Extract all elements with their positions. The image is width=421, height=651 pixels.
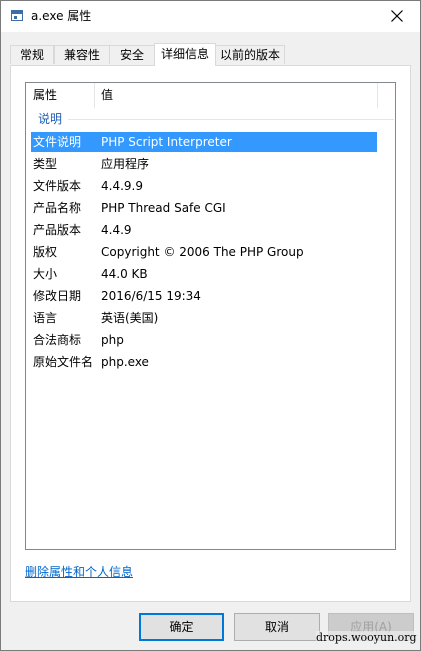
property-name: 原始文件名 bbox=[33, 355, 94, 369]
list-item[interactable]: 合法商标 php bbox=[31, 330, 377, 350]
properties-dialog: a.exe 属性 常规 兼容性 安全 详细信息 以前的版本 属性 值 说明 文件… bbox=[0, 0, 421, 651]
tab-details[interactable]: 详细信息 bbox=[154, 43, 216, 66]
list-header: 属性 值 bbox=[26, 83, 395, 108]
column-header-value[interactable]: 值 bbox=[101, 83, 113, 108]
property-name: 产品名称 bbox=[33, 201, 82, 215]
remove-properties-link[interactable]: 删除属性和个人信息 bbox=[25, 565, 133, 580]
property-value: 44.0 KB bbox=[101, 267, 148, 281]
list-item[interactable]: 产品版本 4.4.9 bbox=[31, 220, 377, 240]
property-name: 类型 bbox=[33, 157, 58, 171]
watermark: drops.wooyun.org bbox=[316, 631, 417, 644]
tab-previous-versions[interactable]: 以前的版本 bbox=[215, 45, 285, 64]
property-name: 大小 bbox=[33, 267, 58, 281]
property-value: php.exe bbox=[101, 355, 149, 369]
column-divider[interactable] bbox=[94, 83, 95, 108]
property-name: 合法商标 bbox=[33, 333, 82, 347]
property-name: 版权 bbox=[33, 245, 58, 259]
property-value: PHP Script Interpreter bbox=[101, 135, 232, 149]
property-value: php bbox=[101, 333, 124, 347]
property-value: 应用程序 bbox=[101, 157, 150, 171]
column-divider[interactable] bbox=[377, 83, 378, 108]
property-name: 产品版本 bbox=[33, 223, 82, 237]
property-name: 文件版本 bbox=[33, 179, 82, 193]
cancel-button[interactable]: 取消 bbox=[234, 613, 320, 641]
property-value: PHP Thread Safe CGI bbox=[101, 201, 226, 215]
list-item[interactable]: 大小 44.0 KB bbox=[31, 264, 377, 284]
list-item[interactable]: 类型 应用程序 bbox=[31, 154, 377, 174]
list-item[interactable]: 原始文件名 php.exe bbox=[31, 352, 377, 372]
property-name: 文件说明 bbox=[33, 135, 82, 149]
tab-strip: 常规 兼容性 安全 详细信息 以前的版本 bbox=[10, 43, 410, 66]
list-item[interactable]: 版权 Copyright © 2006 The PHP Group bbox=[31, 242, 377, 262]
list-item[interactable]: 文件版本 4.4.9.9 bbox=[31, 176, 377, 196]
tab-security[interactable]: 安全 bbox=[109, 45, 155, 64]
tab-general[interactable]: 常规 bbox=[10, 45, 54, 64]
property-name: 语言 bbox=[33, 311, 58, 325]
property-value: 2016/6/15 19:34 bbox=[101, 289, 201, 303]
property-name: 修改日期 bbox=[33, 289, 82, 303]
property-value: Copyright © 2006 The PHP Group bbox=[101, 245, 304, 259]
group-header-description: 说明 bbox=[38, 112, 63, 126]
list-item[interactable]: 文件说明 PHP Script Interpreter bbox=[31, 132, 377, 152]
list-item[interactable]: 语言 英语(美国) bbox=[31, 308, 377, 328]
close-button[interactable] bbox=[374, 1, 420, 32]
property-value: 4.4.9 bbox=[101, 223, 132, 237]
list-item[interactable]: 修改日期 2016/6/15 19:34 bbox=[31, 286, 377, 306]
title-bar[interactable]: a.exe 属性 bbox=[1, 1, 420, 32]
column-header-property[interactable]: 属性 bbox=[33, 83, 57, 108]
ok-button[interactable]: 确定 bbox=[139, 613, 224, 641]
tab-compatibility[interactable]: 兼容性 bbox=[54, 45, 110, 64]
application-window-icon bbox=[11, 10, 23, 21]
group-divider bbox=[68, 119, 394, 120]
property-value: 英语(美国) bbox=[101, 311, 159, 325]
property-value: 4.4.9.9 bbox=[101, 179, 143, 193]
window-title: a.exe 属性 bbox=[31, 9, 92, 23]
list-item[interactable]: 产品名称 PHP Thread Safe CGI bbox=[31, 198, 377, 218]
details-list[interactable]: 属性 值 说明 文件说明 PHP Script Interpreter 类型 应… bbox=[25, 82, 396, 550]
close-icon bbox=[391, 10, 403, 22]
